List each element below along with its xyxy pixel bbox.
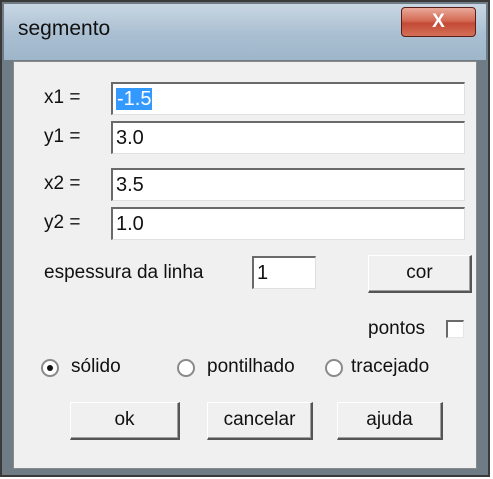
window-title: segmento <box>18 17 111 40</box>
y1-label: y1 = <box>44 126 81 147</box>
dialog-window: segmento X x1 = -1.5 y1 = 3.0 x2 = 3.5 y… <box>0 0 490 477</box>
x2-label: x2 = <box>44 173 81 194</box>
radio-dotted[interactable] <box>177 359 195 377</box>
solid-label: sólido <box>71 356 121 377</box>
thickness-label: espessura da linha <box>44 262 204 283</box>
radio-selected-dot <box>47 365 53 371</box>
x2-field[interactable]: 3.5 <box>111 168 465 201</box>
title-bar[interactable]: segmento X <box>4 4 486 60</box>
dashed-label: tracejado <box>351 356 430 377</box>
help-button[interactable]: ajuda <box>337 402 443 440</box>
points-checkbox[interactable] <box>446 320 464 338</box>
x1-value: -1.5 <box>116 88 153 110</box>
x1-field[interactable]: -1.5 <box>111 82 465 115</box>
y2-field[interactable]: 1.0 <box>111 207 465 240</box>
y2-label: y2 = <box>44 212 81 233</box>
radio-dashed[interactable] <box>325 359 343 377</box>
color-button[interactable]: cor <box>368 255 472 293</box>
points-label: pontos <box>368 318 426 339</box>
y1-field[interactable]: 3.0 <box>111 121 465 154</box>
close-button[interactable]: X <box>401 7 476 37</box>
thickness-field[interactable]: 1 <box>252 256 316 289</box>
dialog-body: x1 = -1.5 y1 = 3.0 x2 = 3.5 y2 = 1.0 esp… <box>13 61 477 469</box>
cancel-button[interactable]: cancelar <box>207 402 313 440</box>
x1-label: x1 = <box>44 87 81 108</box>
radio-solid[interactable] <box>41 359 59 377</box>
ok-button[interactable]: ok <box>70 402 180 440</box>
dotted-label: pontilhado <box>207 356 295 377</box>
